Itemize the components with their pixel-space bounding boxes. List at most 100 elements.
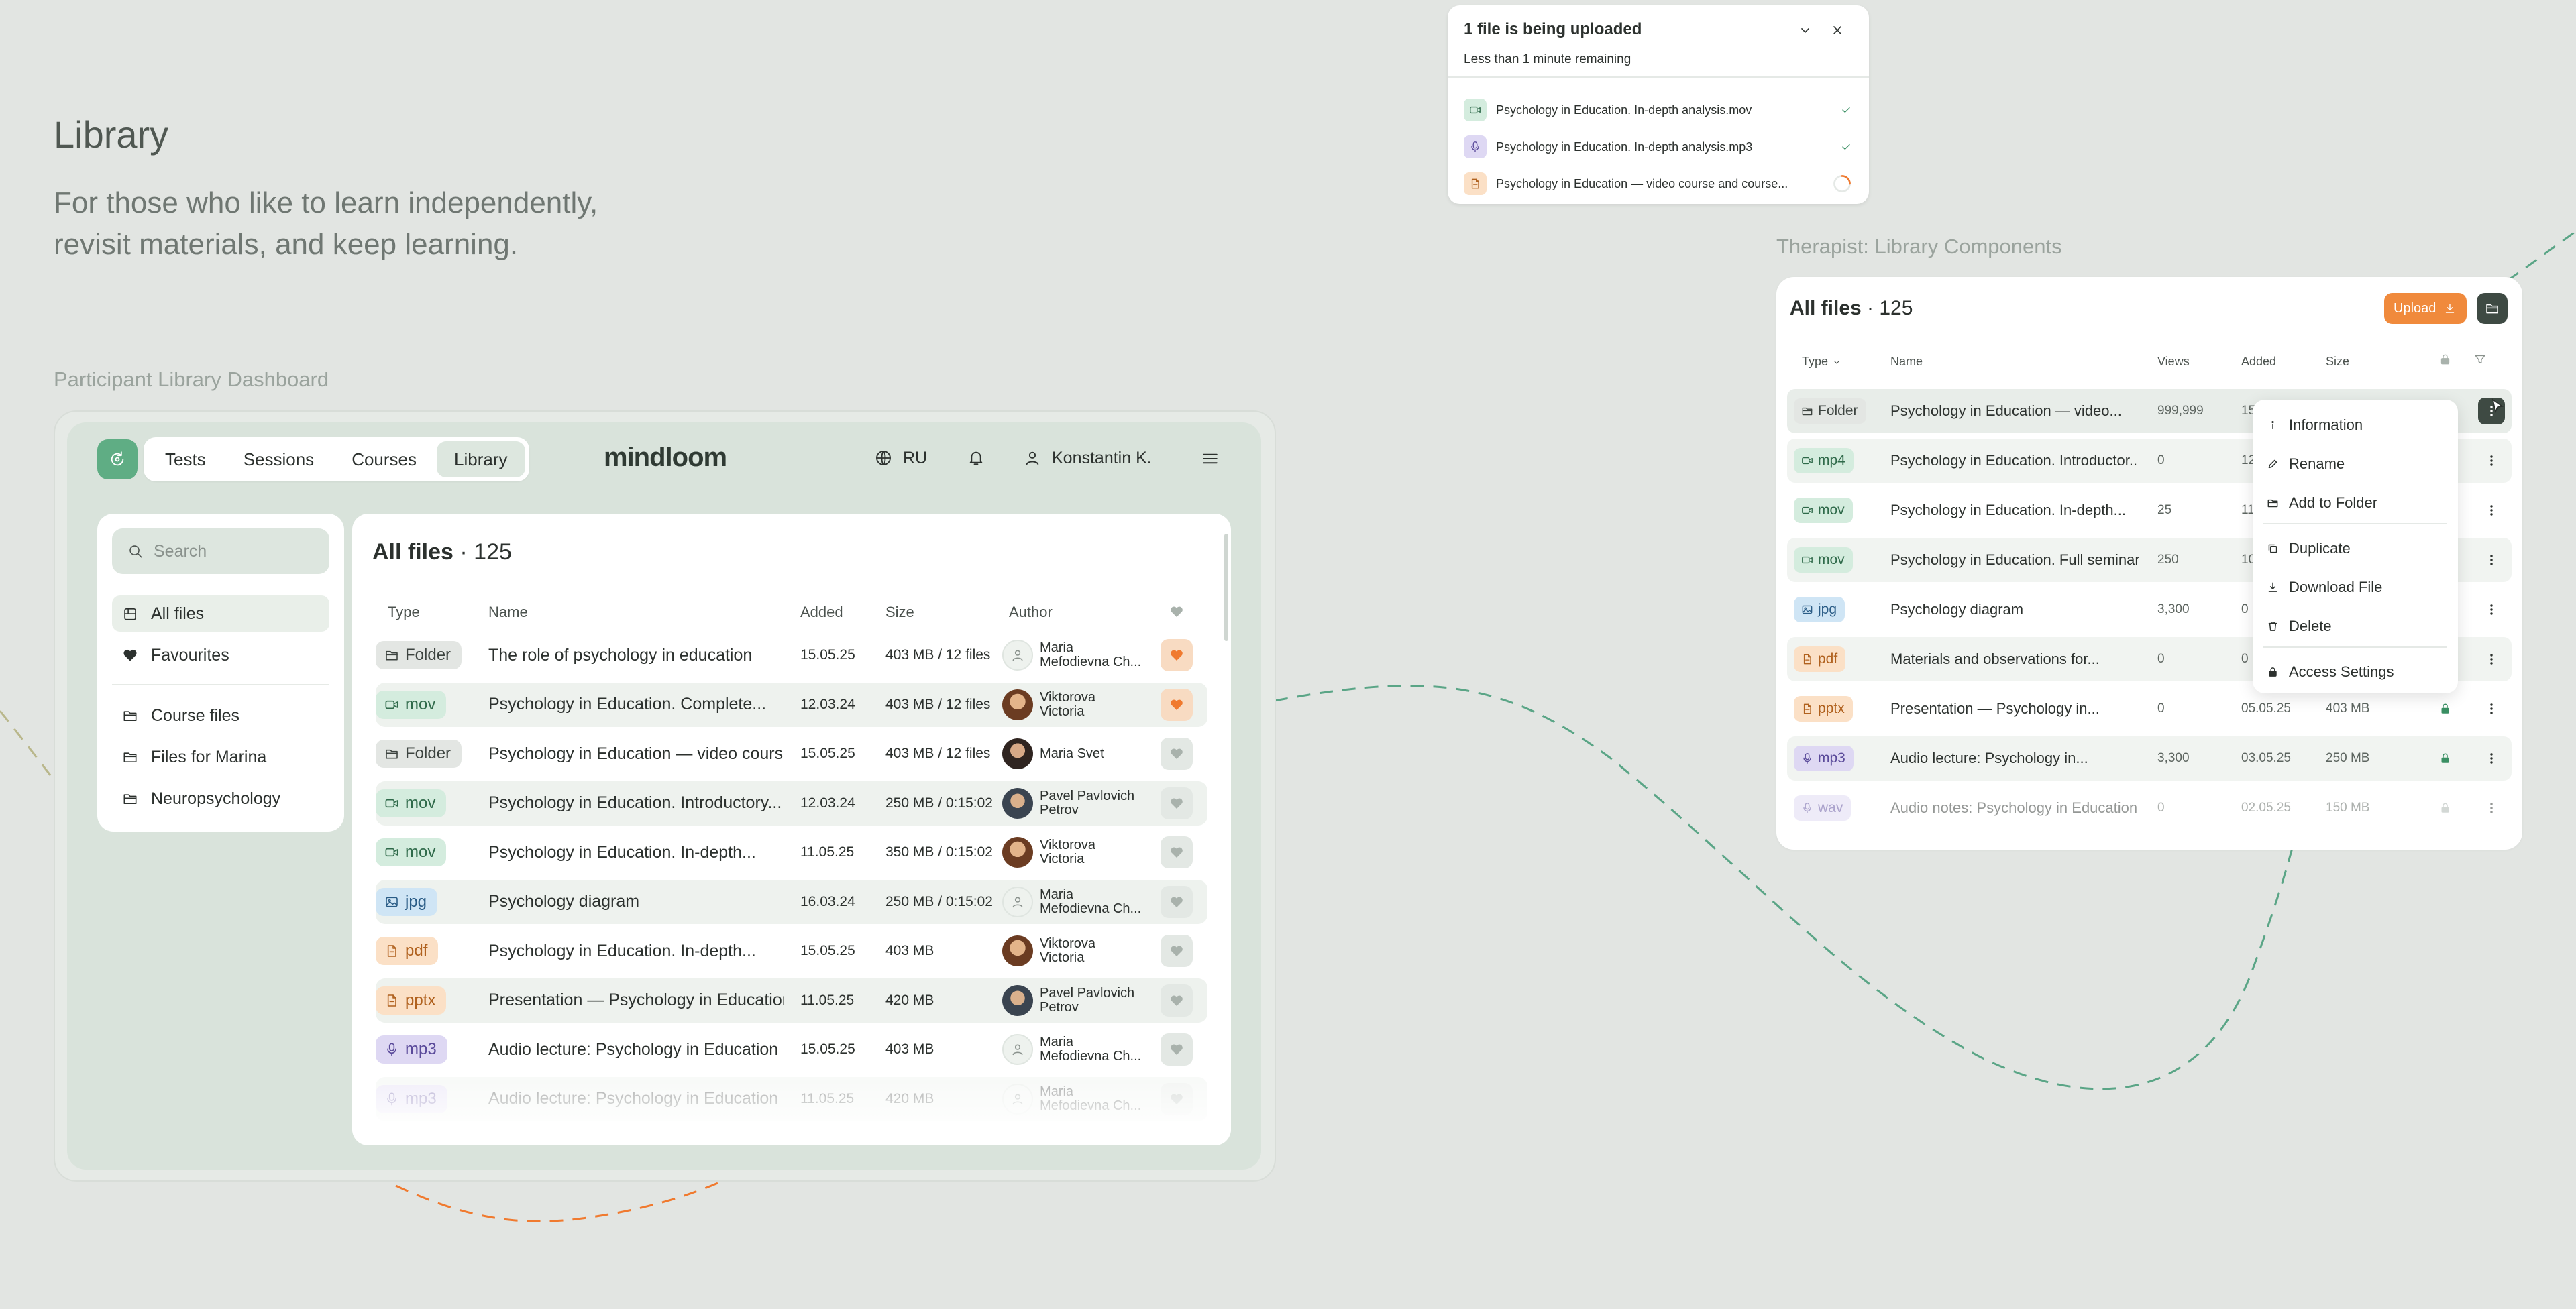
favourite-button[interactable] (1161, 738, 1193, 770)
added-date: 02.05.25 (2241, 801, 2291, 815)
tab-courses[interactable]: Courses (334, 441, 434, 477)
column-header-added[interactable]: Added (2241, 355, 2276, 369)
favourite-button[interactable] (1161, 688, 1193, 721)
user-icon (1012, 897, 1023, 907)
type-badge: Folder (376, 740, 462, 768)
favourite-button[interactable] (1161, 639, 1193, 671)
author-line-2: Mefodievna Ch... (1040, 901, 1142, 916)
column-header-added[interactable]: Added (800, 604, 843, 621)
user-menu[interactable]: Konstantin K. (1022, 448, 1152, 468)
sidebar-item-files-for-marina[interactable]: Files for Marina (112, 739, 329, 775)
page-subtitle: For those who like to learn independentl… (54, 182, 657, 266)
participant-section-label: Participant Library Dashboard (54, 367, 329, 391)
scrollbar[interactable] (1224, 534, 1228, 641)
sidebar-divider (112, 684, 329, 685)
tab-library[interactable]: Library (437, 441, 525, 477)
favourite-button[interactable] (1161, 885, 1193, 918)
hamburger-menu-button[interactable] (1199, 448, 1221, 469)
favourite-button[interactable] (1161, 984, 1193, 1017)
column-header-name[interactable]: Name (488, 604, 528, 621)
file-name: Presentation — Psychology in Education (488, 990, 784, 1009)
author-line-2: Victoria (1040, 703, 1085, 719)
check-icon (1842, 144, 1850, 150)
row-actions-button[interactable] (2478, 795, 2505, 821)
column-header-type[interactable]: Type (1802, 355, 1843, 369)
table-row[interactable]: mp3 Audio lecture: Psychology in... 3,300 0… (1787, 736, 2512, 781)
column-header-type[interactable]: Type (388, 604, 420, 621)
menu-item-label: Access Settings (2289, 663, 2394, 680)
sidebar-item-all-files[interactable]: All files (112, 595, 329, 632)
file-name: Psychology in Education — video... (1890, 402, 2122, 419)
row-actions-button[interactable] (2478, 447, 2505, 474)
table-row[interactable]: mp3 Audio lecture: Psychology in Educatio… (376, 1076, 1208, 1121)
menu-item-rename[interactable]: Rename (2266, 445, 2345, 483)
menu-item-information[interactable]: Information (2266, 406, 2363, 444)
author-line-2: Mefodievna Ch... (1040, 1049, 1142, 1064)
video-icon (385, 848, 398, 857)
row-actions-button[interactable] (2478, 497, 2505, 524)
microphone-icon (387, 1092, 396, 1105)
filter-icon[interactable] (2473, 352, 2487, 367)
type-badge: mp3 (376, 1035, 447, 1064)
sidebar-item-neuropsychology[interactable]: Neuropsychology (112, 781, 329, 817)
table-row[interactable]: mov Psychology in Education. In-depth... 1… (376, 830, 1208, 874)
lock-icon (2440, 354, 2450, 365)
favourite-button[interactable] (1161, 935, 1193, 967)
app-logo-button[interactable] (97, 439, 138, 479)
sidebar-item-favourites[interactable]: Favourites (112, 637, 329, 673)
author-line-1: Maria Svet (1040, 746, 1104, 761)
menu-item-add-to-folder[interactable]: Add to Folder (2266, 484, 2377, 522)
video-icon (385, 799, 398, 807)
menu-item-access-settings[interactable]: Access Settings (2266, 653, 2394, 691)
table-row[interactable]: Folder The role of psychology in educatio… (376, 633, 1208, 677)
row-actions-button[interactable] (2478, 547, 2505, 573)
file-type-icon (1464, 99, 1487, 121)
favourite-button[interactable] (1161, 836, 1193, 868)
new-folder-button[interactable] (2477, 293, 2508, 324)
language-switcher[interactable]: RU (873, 448, 927, 468)
sidebar-item-course-files[interactable]: Course files (112, 697, 329, 734)
table-row[interactable]: mov Psychology in Education. Complete... 1… (376, 682, 1208, 727)
menu-item-duplicate[interactable]: Duplicate (2266, 530, 2351, 567)
views-count: 999,999 (2157, 404, 2204, 418)
type-label: mp4 (1818, 453, 1845, 468)
favourite-button[interactable] (1161, 1033, 1193, 1066)
menu-item-download-file[interactable]: Download File (2266, 569, 2382, 606)
column-header-name[interactable]: Name (1890, 355, 1923, 369)
table-row[interactable]: jpg Psychology diagram 16.03.24 250 MB / 0:… (376, 879, 1208, 924)
document-icon (1803, 703, 1811, 714)
trash-icon (2268, 622, 2277, 631)
table-row[interactable]: pptx Presentation — Psychology in Educati… (376, 978, 1208, 1023)
row-actions-button[interactable] (2478, 596, 2505, 623)
table-row[interactable]: wav Audio notes: Psychology in Education 0… (1787, 786, 2512, 830)
column-header-author[interactable]: Author (1009, 604, 1053, 621)
type-cell: pptx (376, 978, 447, 1023)
row-actions-button[interactable] (2478, 695, 2505, 722)
added-date: 11.05.25 (800, 992, 855, 1008)
row-actions-button[interactable] (2478, 745, 2505, 772)
column-header-views[interactable]: Views (2157, 355, 2190, 369)
tab-sessions[interactable]: Sessions (226, 441, 332, 477)
table-row[interactable]: Folder Psychology in Education — video co… (376, 732, 1208, 776)
row-actions-button[interactable] (2478, 646, 2505, 673)
upload-button[interactable]: Upload (2384, 293, 2467, 324)
chevron-down-icon[interactable] (1796, 21, 1814, 39)
author-cell: Maria Mefodievna Ch... (1002, 1027, 1170, 1072)
close-icon[interactable] (1829, 21, 1846, 39)
favourite-button[interactable] (1161, 787, 1193, 819)
column-header-size[interactable]: Size (885, 604, 914, 621)
search-input[interactable]: Search (112, 528, 329, 574)
tab-tests[interactable]: Tests (148, 441, 223, 477)
table-row[interactable]: mov Psychology in Education. Introductory… (376, 781, 1208, 826)
info-icon (2271, 420, 2274, 429)
table-row[interactable]: mp3 Audio lecture: Psychology in Educatio… (376, 1027, 1208, 1072)
type-cell: Folder (376, 633, 462, 677)
table-row[interactable]: pdf Psychology in Education. In-depth... 1… (376, 929, 1208, 973)
menu-item-label: Duplicate (2289, 540, 2351, 557)
menu-item-delete[interactable]: Delete (2266, 608, 2332, 645)
notifications-button[interactable] (966, 448, 986, 468)
heart-icon (1171, 1094, 1183, 1104)
type-label: Folder (405, 646, 451, 664)
favourite-button[interactable] (1161, 1082, 1193, 1115)
column-header-size[interactable]: Size (2326, 355, 2349, 369)
